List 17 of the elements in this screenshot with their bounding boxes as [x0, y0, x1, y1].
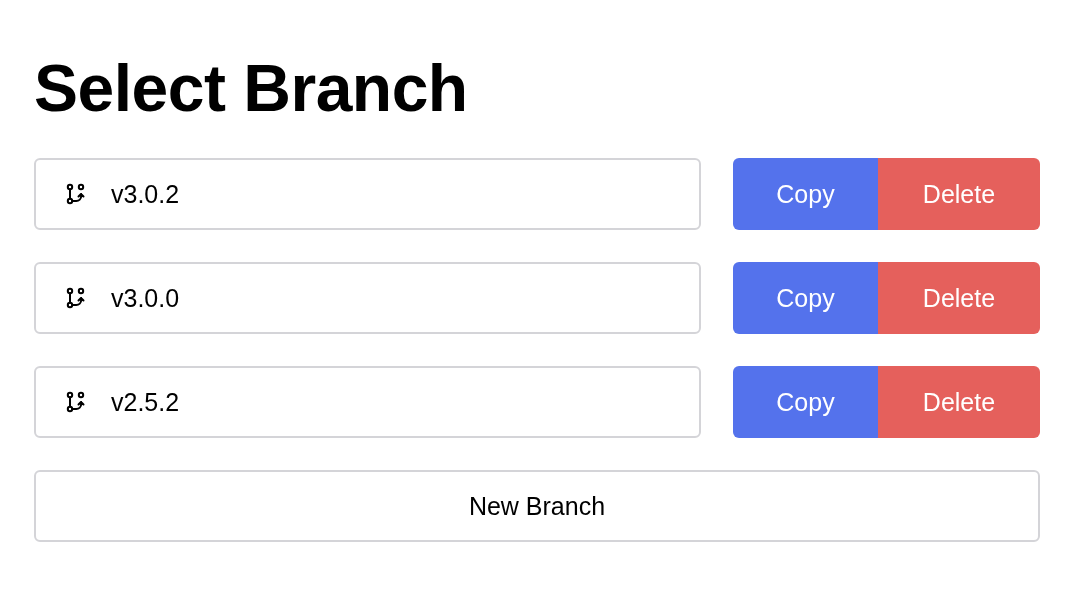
branch-icon [66, 391, 86, 413]
page-title: Select Branch [34, 50, 469, 127]
delete-button[interactable]: Delete [878, 158, 1040, 230]
branch-item[interactable]: v3.0.2 [34, 158, 701, 230]
copy-button[interactable]: Copy [733, 262, 878, 334]
branch-name: v2.5.2 [111, 387, 180, 417]
delete-button[interactable]: Delete [878, 262, 1040, 334]
delete-button[interactable]: Delete [878, 366, 1040, 438]
new-branch-button[interactable]: New Branch [34, 470, 1040, 542]
branch-icon [66, 183, 86, 205]
branch-item[interactable]: v3.0.0 [34, 262, 701, 334]
branch-icon [66, 287, 86, 309]
branch-item[interactable]: v2.5.2 [34, 366, 701, 438]
branch-name: v3.0.0 [111, 283, 180, 313]
copy-button[interactable]: Copy [733, 158, 878, 230]
branch-name: v3.0.2 [111, 179, 180, 209]
copy-button[interactable]: Copy [733, 366, 878, 438]
